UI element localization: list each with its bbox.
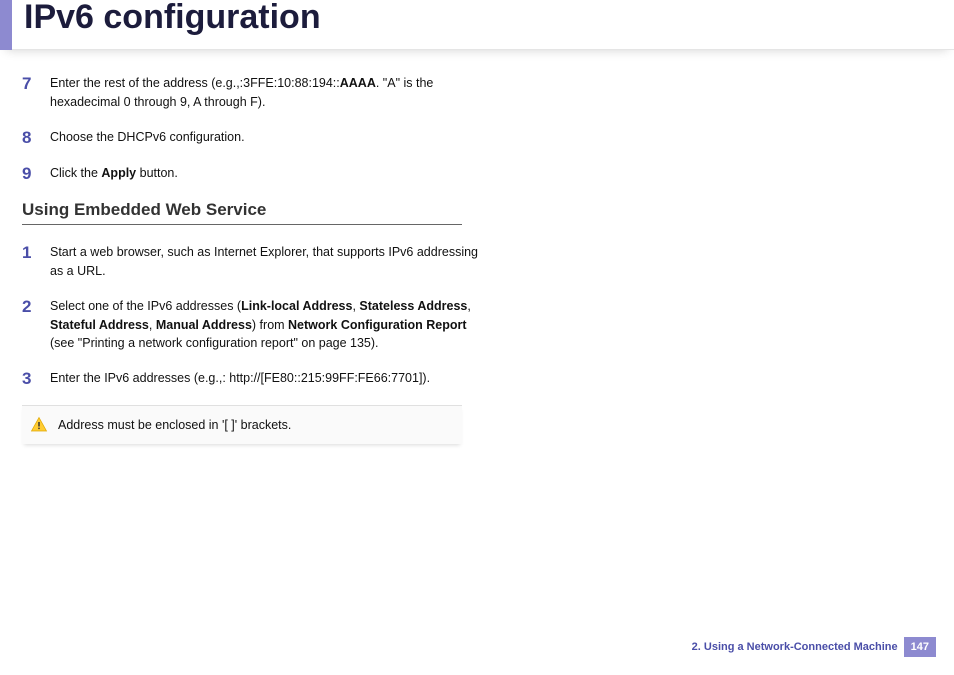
step-number: 9 xyxy=(22,164,50,184)
accent-stripe xyxy=(0,0,12,50)
header-bar: IPv6 configuration xyxy=(0,0,954,50)
step-text: Enter the rest of the address (e.g.,:3FF… xyxy=(50,74,490,112)
step-text: Enter the IPv6 addresses (e.g.,: http://… xyxy=(50,369,430,388)
footer: 2. Using a Network-Connected Machine 147 xyxy=(692,637,936,657)
footer-page-number: 147 xyxy=(904,637,936,657)
note-text: Address must be enclosed in '[ ]' bracke… xyxy=(58,418,291,432)
step-text: Choose the DHCPv6 configuration. xyxy=(50,128,245,147)
step-number: 2 xyxy=(22,297,50,317)
footer-chapter: 2. Using a Network-Connected Machine xyxy=(692,641,898,653)
step-row: 1 Start a web browser, such as Internet … xyxy=(22,243,490,281)
step-row: 8 Choose the DHCPv6 configuration. xyxy=(22,128,490,148)
step-number: 1 xyxy=(22,243,50,263)
step-row: 9 Click the Apply button. xyxy=(22,164,490,184)
step-number: 8 xyxy=(22,128,50,148)
step-row: 3 Enter the IPv6 addresses (e.g.,: http:… xyxy=(22,369,490,389)
page-title: IPv6 configuration xyxy=(24,0,321,37)
section-heading: Using Embedded Web Service xyxy=(22,200,462,225)
step-row: 2 Select one of the IPv6 addresses (Link… xyxy=(22,297,490,353)
step-text: Start a web browser, such as Internet Ex… xyxy=(50,243,490,281)
content-column: 7 Enter the rest of the address (e.g.,:3… xyxy=(0,50,490,444)
step-number: 3 xyxy=(22,369,50,389)
step-text: Click the Apply button. xyxy=(50,164,178,183)
note-box: Address must be enclosed in '[ ]' bracke… xyxy=(22,405,462,444)
step-number: 7 xyxy=(22,74,50,94)
step-text: Select one of the IPv6 addresses (Link-l… xyxy=(50,297,490,353)
warning-icon xyxy=(30,416,48,434)
step-row: 7 Enter the rest of the address (e.g.,:3… xyxy=(22,74,490,112)
